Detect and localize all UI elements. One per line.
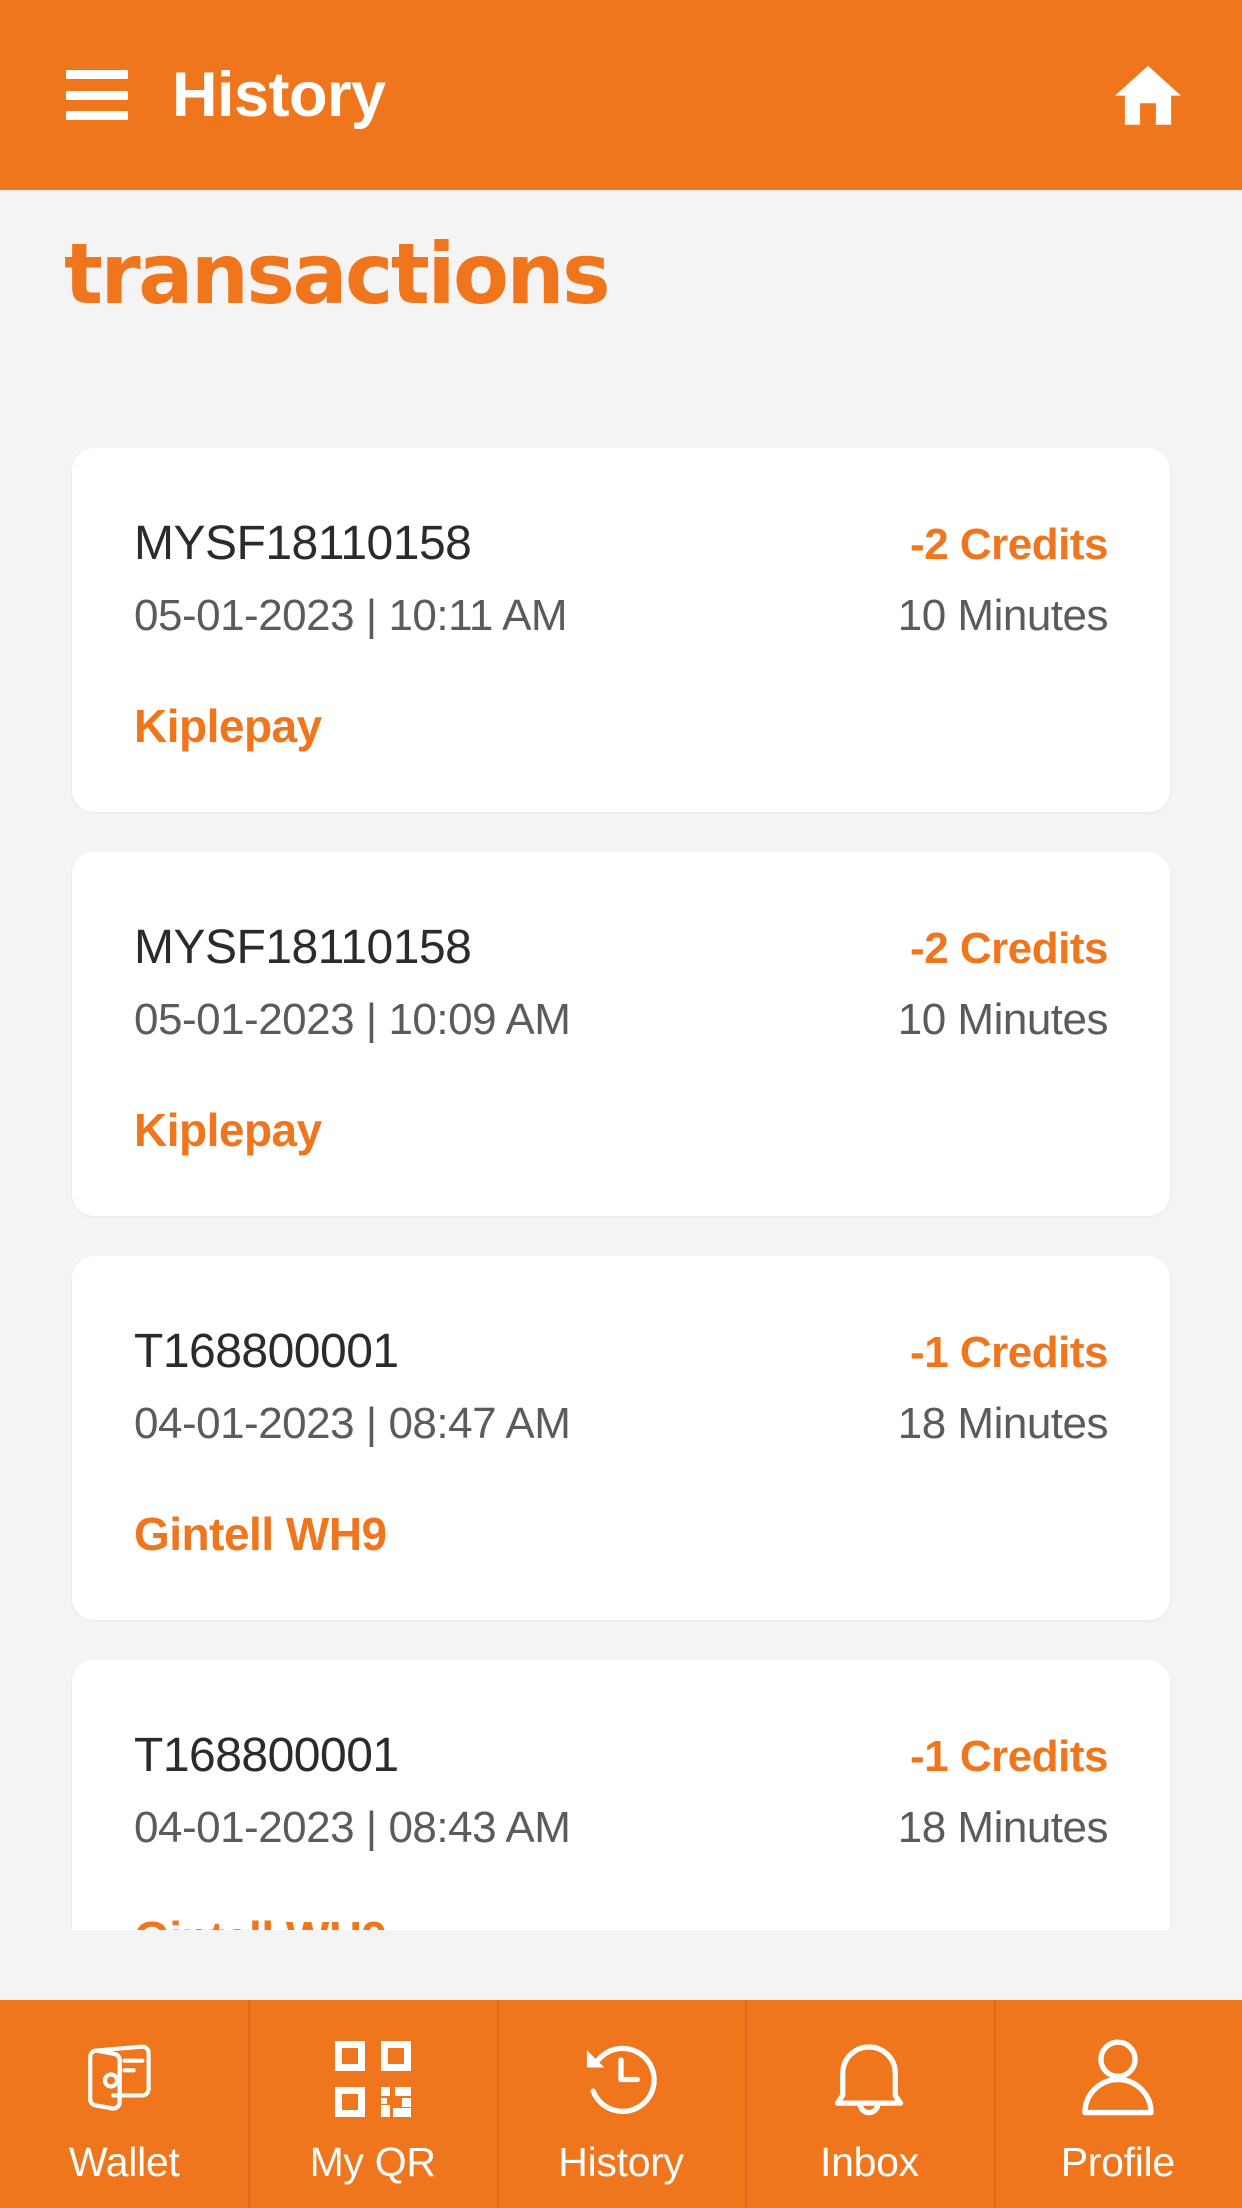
menu-line-3 <box>66 111 128 120</box>
qr-finder-bottom-left <box>334 2086 365 2117</box>
nav-item-wallet[interactable]: Wallet <box>0 2000 248 2208</box>
transaction-row-secondary: 04-01-2023 | 08:43 AM 18 Minutes <box>134 1803 1109 1854</box>
qr-code-icon <box>334 2036 411 2122</box>
qr-dot <box>380 2104 390 2117</box>
transaction-row-primary: T168800001 -1 Credits <box>134 1324 1108 1379</box>
transaction-id: T168800001 <box>134 1729 399 1782</box>
transaction-card[interactable]: T168800001 -1 Credits 04-01-2023 | 08:47… <box>72 1256 1170 1620</box>
bottom-navigation-bar: Wallet My QR History Inbox Profile <box>0 2000 1242 2208</box>
qr-finder-top-right <box>380 2040 411 2071</box>
transaction-card[interactable]: T168800001 -1 Credits 04-01-2023 | 08:43… <box>72 1660 1170 1930</box>
nav-item-inbox[interactable]: Inbox <box>745 2000 993 2208</box>
app-bar: History <box>0 0 1242 190</box>
history-clock-icon <box>579 2036 663 2122</box>
menu-line-1 <box>66 70 128 79</box>
transaction-row-secondary: 04-01-2023 | 08:47 AM 18 Minutes <box>134 1399 1109 1450</box>
bell-icon <box>829 2036 909 2122</box>
transaction-datetime: 04-01-2023 | 08:43 AM <box>134 1803 571 1853</box>
transaction-row-primary: T168800001 -1 Credits <box>134 1728 1108 1783</box>
qr-dot <box>392 2107 411 2117</box>
transaction-datetime: 04-01-2023 | 08:47 AM <box>134 1399 571 1449</box>
transaction-card[interactable]: MYSF18110158 -2 Credits 05-01-2023 | 10:… <box>72 448 1170 812</box>
qr-dot <box>380 2086 390 2096</box>
nav-label-profile: Profile <box>1060 2138 1175 2185</box>
menu-line-2 <box>66 90 128 100</box>
transaction-duration: 10 Minutes <box>897 591 1109 641</box>
transaction-list[interactable]: MYSF18110158 -2 Credits 05-01-2023 | 10:… <box>0 448 1242 1930</box>
qr-dot <box>380 2097 387 2104</box>
transaction-id: T168800001 <box>134 1325 399 1378</box>
app-bar-title: History <box>172 59 386 130</box>
page-title: transactions <box>64 225 611 323</box>
transaction-row-secondary: 05-01-2023 | 10:09 AM 10 Minutes <box>134 995 1109 1046</box>
transaction-row-secondary: 05-01-2023 | 10:11 AM 10 Minutes <box>134 591 1109 642</box>
transaction-merchant[interactable]: Gintell WH9 <box>134 1508 1108 1561</box>
nav-item-my-qr[interactable]: My QR <box>248 2000 496 2208</box>
transaction-datetime: 05-01-2023 | 10:11 AM <box>134 591 568 641</box>
nav-label-my-qr: My QR <box>309 2138 436 2185</box>
transaction-datetime: 05-01-2023 | 10:09 AM <box>134 995 571 1045</box>
hamburger-menu-icon[interactable] <box>66 70 128 120</box>
person-icon <box>1078 2036 1158 2122</box>
transaction-merchant[interactable]: Gintell WH9 <box>134 1912 1108 1930</box>
transaction-duration: 18 Minutes <box>897 1803 1109 1853</box>
transaction-credits: -2 Credits <box>910 924 1108 973</box>
wallet-icon <box>83 2036 165 2122</box>
qr-dot <box>394 2086 411 2096</box>
transaction-card[interactable]: MYSF18110158 -2 Credits 05-01-2023 | 10:… <box>72 852 1170 1216</box>
transaction-merchant[interactable]: Kiplepay <box>134 1104 1108 1157</box>
transaction-id: MYSF18110158 <box>134 517 472 570</box>
qr-finder-top-left <box>334 2040 365 2071</box>
nav-label-history: History <box>558 2138 684 2185</box>
home-icon[interactable] <box>1110 57 1186 133</box>
nav-label-wallet: Wallet <box>68 2138 180 2185</box>
nav-item-profile[interactable]: Profile <box>993 2000 1242 2208</box>
transaction-credits: -2 Credits <box>910 520 1108 569</box>
transaction-id: MYSF18110158 <box>134 921 472 974</box>
transaction-credits: -1 Credits <box>910 1732 1108 1781</box>
transaction-row-primary: MYSF18110158 -2 Credits <box>134 920 1108 975</box>
transaction-duration: 18 Minutes <box>897 1399 1109 1449</box>
transaction-duration: 10 Minutes <box>897 995 1109 1045</box>
qr-dot <box>401 2097 411 2107</box>
nav-item-history[interactable]: History <box>496 2000 745 2208</box>
transaction-credits: -1 Credits <box>910 1328 1108 1377</box>
transaction-merchant[interactable]: Kiplepay <box>134 700 1108 753</box>
nav-label-inbox: Inbox <box>820 2138 919 2185</box>
transaction-row-primary: MYSF18110158 -2 Credits <box>134 516 1108 571</box>
